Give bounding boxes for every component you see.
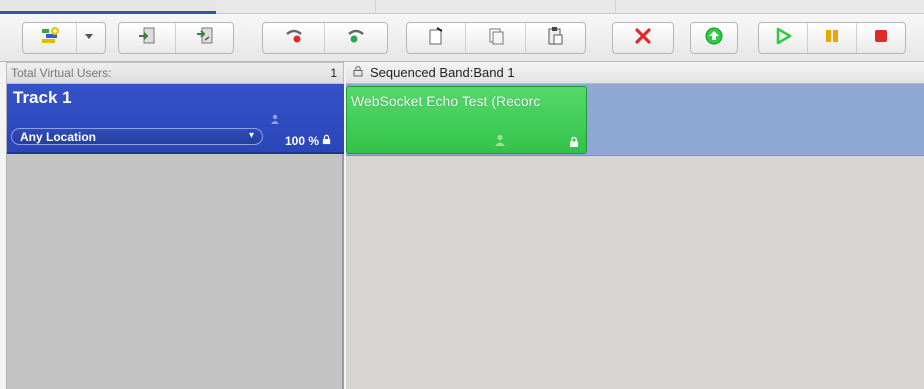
upload-group bbox=[690, 22, 738, 54]
record-stop-button[interactable] bbox=[325, 23, 387, 53]
pause-icon bbox=[822, 26, 842, 51]
tracks-panel: Track 1 Any Location ▾ 100 % bbox=[6, 84, 344, 389]
record-stop-icon bbox=[346, 26, 366, 51]
play-icon bbox=[773, 26, 793, 51]
import-icon bbox=[137, 26, 157, 51]
record-button[interactable] bbox=[263, 23, 326, 53]
lock-icon[interactable] bbox=[352, 65, 364, 80]
stop-icon bbox=[871, 26, 891, 51]
add-track-dropdown[interactable] bbox=[77, 23, 101, 53]
paste-script-icon bbox=[545, 26, 565, 51]
virtual-users-count: 1 bbox=[330, 66, 337, 80]
band-row: WebSocket Echo Test (Recorc bbox=[346, 84, 924, 156]
pause-button[interactable] bbox=[808, 23, 857, 53]
tab-3[interactable] bbox=[376, 0, 616, 14]
delete-button[interactable] bbox=[613, 23, 673, 53]
delete-icon bbox=[633, 26, 653, 51]
user-icon bbox=[493, 133, 507, 147]
script-group bbox=[406, 22, 586, 54]
add-track-group bbox=[22, 22, 106, 54]
track-percentage: 100 % bbox=[285, 134, 332, 148]
toolbar bbox=[0, 14, 924, 62]
new-script-icon bbox=[426, 26, 446, 51]
play-button[interactable] bbox=[759, 23, 808, 53]
virtual-users-header: Total Virtual Users: 1 bbox=[6, 62, 344, 84]
import-export-icon bbox=[195, 26, 215, 51]
upload-icon bbox=[704, 26, 724, 51]
timeline-panel: WebSocket Echo Test (Recorc bbox=[346, 84, 924, 389]
playback-group bbox=[758, 22, 906, 54]
chevron-down-icon: ▾ bbox=[248, 130, 254, 141]
virtual-users-label: Total Virtual Users: bbox=[11, 66, 112, 80]
test-title: WebSocket Echo Test (Recorc bbox=[351, 93, 541, 109]
paste-script-button[interactable] bbox=[526, 23, 585, 53]
test-block[interactable]: WebSocket Echo Test (Recorc bbox=[346, 86, 587, 154]
active-tab[interactable] bbox=[0, 0, 216, 14]
import-export-button[interactable] bbox=[176, 23, 233, 53]
upload-button[interactable] bbox=[691, 23, 737, 53]
dropdown-arrow-icon bbox=[79, 26, 99, 51]
copy-script-button[interactable] bbox=[466, 23, 526, 53]
new-script-button[interactable] bbox=[407, 23, 467, 53]
location-select[interactable]: Any Location ▾ bbox=[11, 128, 263, 145]
track-name: Track 1 bbox=[13, 88, 72, 107]
user-icon bbox=[269, 112, 281, 124]
location-value: Any Location bbox=[20, 129, 97, 144]
track-percent-value: 100 % bbox=[285, 134, 320, 148]
track-row[interactable]: Track 1 Any Location ▾ 100 % bbox=[7, 84, 344, 154]
tab-2[interactable] bbox=[216, 0, 376, 14]
stop-button[interactable] bbox=[857, 23, 905, 53]
add-track-icon bbox=[40, 26, 60, 51]
copy-script-icon bbox=[486, 26, 506, 51]
delete-group bbox=[612, 22, 674, 54]
record-group bbox=[262, 22, 388, 54]
import-export-group bbox=[118, 22, 234, 54]
record-icon bbox=[284, 26, 304, 51]
lock-icon[interactable] bbox=[568, 135, 580, 147]
band-header: Sequenced Band:Band 1 bbox=[346, 62, 924, 84]
lock-icon[interactable] bbox=[321, 134, 332, 148]
tab-strip bbox=[0, 0, 924, 14]
add-track-button[interactable] bbox=[23, 23, 77, 53]
band-title: Sequenced Band:Band 1 bbox=[370, 65, 515, 80]
import-button[interactable] bbox=[119, 23, 177, 53]
